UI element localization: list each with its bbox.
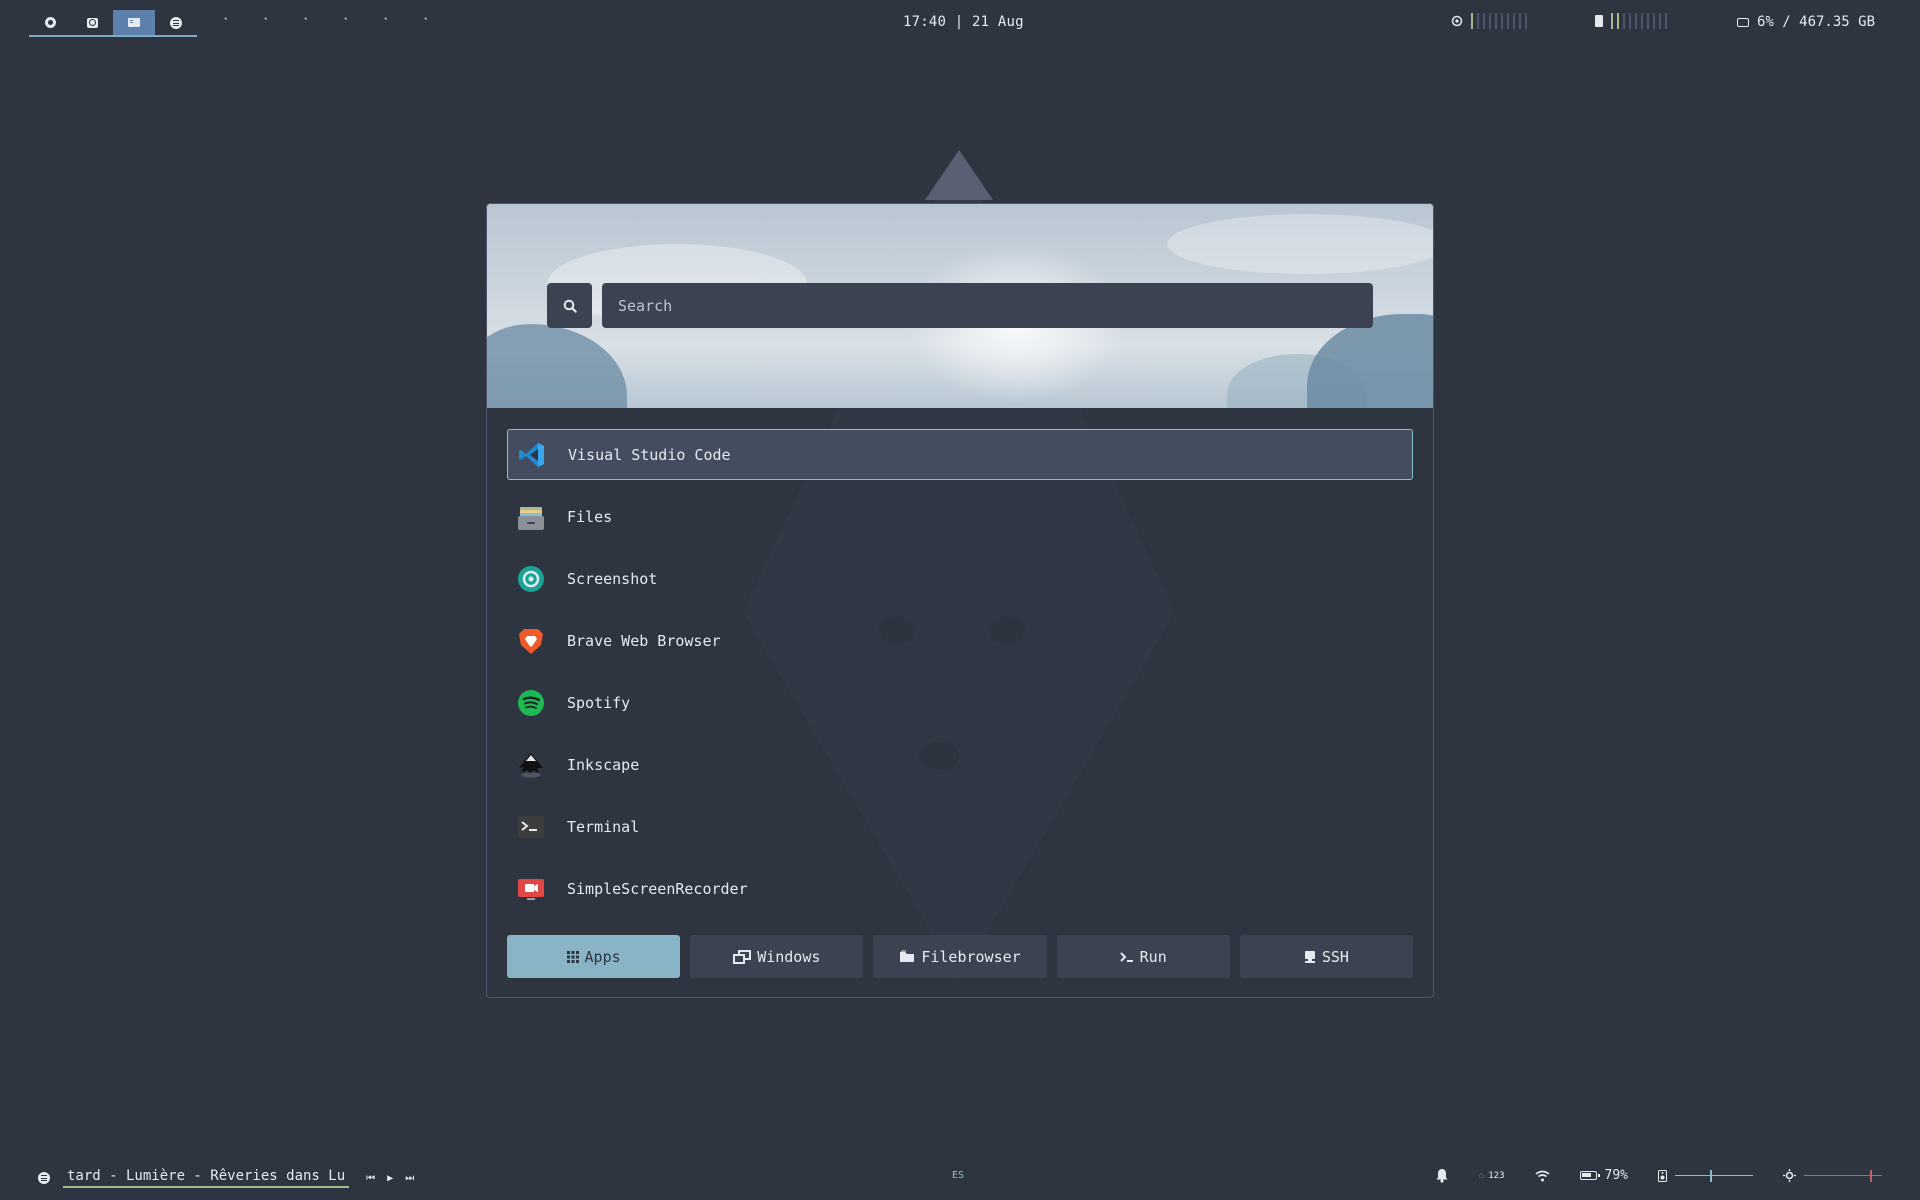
- brave-icon: [517, 627, 545, 655]
- run-icon: [1119, 951, 1133, 962]
- media-controls: ⏮ ▶ ⏭: [366, 1173, 414, 1184]
- terminal-icon: [128, 18, 140, 27]
- workspace-5[interactable]: ·: [222, 12, 262, 26]
- brightness-slider[interactable]: [1804, 1169, 1882, 1182]
- tab-run[interactable]: Run: [1056, 935, 1230, 978]
- tab-label: Windows: [757, 947, 821, 966]
- cpu-icon: [1451, 15, 1463, 27]
- numlock-label: 123: [1488, 1170, 1505, 1181]
- workspace-8[interactable]: ·: [342, 12, 382, 26]
- battery-icon: [1579, 1171, 1600, 1180]
- keyboard-layout[interactable]: ES: [952, 1170, 964, 1181]
- files-icon: [517, 503, 545, 531]
- now-playing: tard - Lumière - Rêveries dans Lu ⏮ ▶ ⏭: [38, 1168, 414, 1188]
- vscode-icon: [518, 441, 546, 469]
- terminal-icon: [517, 813, 545, 841]
- memory-icon: [1595, 15, 1603, 27]
- app-label: Spotify: [567, 693, 631, 712]
- tab-ssh[interactable]: SSH: [1239, 935, 1414, 978]
- mode-tabs: Apps Windows Filebrowser Run SSH: [507, 935, 1414, 978]
- workspace-10[interactable]: ·: [422, 12, 462, 26]
- workspace-6[interactable]: ·: [262, 12, 302, 26]
- app-label: SimpleScreenRecorder: [567, 879, 748, 898]
- app-item-brave-web-browser[interactable]: Brave Web Browser: [507, 615, 1413, 666]
- app-item-visual-studio-code[interactable]: Visual Studio Code: [507, 429, 1413, 480]
- app-label: Inkscape: [567, 755, 640, 774]
- workspace-switcher: [29, 10, 197, 37]
- search-icon: [563, 299, 577, 313]
- windows-icon: [733, 949, 752, 964]
- cpu-bars: [1471, 13, 1527, 29]
- now-playing-title[interactable]: tard - Lumière - Rêveries dans Lu: [63, 1168, 350, 1188]
- volume-knob[interactable]: [1710, 1169, 1712, 1182]
- app-label: Files: [567, 507, 613, 526]
- spotify-icon: [517, 689, 545, 717]
- disk-icon: [1737, 17, 1749, 27]
- search-input[interactable]: [602, 283, 1373, 328]
- inkscape-icon: [517, 751, 545, 779]
- disk-usage: 6% / 467.35 GB: [1737, 14, 1875, 30]
- system-tray: ⌂ 123 79%: [1435, 1168, 1882, 1183]
- tab-apps[interactable]: Apps: [507, 935, 681, 978]
- app-list: Visual Studio Code Files Screenshot Brav…: [507, 429, 1413, 925]
- workspace-4[interactable]: [155, 10, 197, 35]
- notification-bell-icon[interactable]: [1435, 1168, 1449, 1183]
- screen-recorder-icon: [517, 875, 545, 903]
- spotify-icon: [38, 1172, 50, 1184]
- workspace-3[interactable]: [113, 10, 155, 35]
- numlock-indicator: ⌂ 123: [1479, 1171, 1505, 1181]
- cpu-meter: [1451, 13, 1527, 29]
- browser-icon: [44, 17, 56, 28]
- clock[interactable]: 17:40 | 21 Aug: [903, 14, 1024, 30]
- tab-label: Apps: [584, 947, 621, 966]
- lock-icon: ⌂: [1478, 1170, 1485, 1181]
- tab-label: SSH: [1321, 947, 1349, 966]
- app-item-files[interactable]: Files: [507, 491, 1413, 542]
- tab-filebrowser[interactable]: Filebrowser: [873, 935, 1047, 978]
- grid-icon: [566, 950, 579, 963]
- tab-label: Run: [1139, 947, 1167, 966]
- top-bar: · · · · · · 17:40 | 21 Aug 6% / 467.35 G…: [0, 0, 1920, 46]
- brightness-icon: [1783, 1169, 1796, 1182]
- volume-track: [1675, 1174, 1753, 1176]
- app-item-spotify[interactable]: Spotify: [507, 677, 1413, 728]
- battery-percent: 79%: [1604, 1168, 1628, 1183]
- battery-indicator[interactable]: 79%: [1579, 1168, 1628, 1183]
- tab-label: Filebrowser: [921, 947, 1021, 966]
- screenshot-icon: [517, 565, 545, 593]
- app-label: Screenshot: [567, 569, 658, 588]
- memory-meter: [1595, 13, 1667, 29]
- app-label: Brave Web Browser: [567, 631, 721, 650]
- empty-workspaces: · · · · · ·: [222, 12, 462, 26]
- app-item-terminal[interactable]: Terminal: [507, 801, 1413, 852]
- app-launcher: Visual Studio Code Files Screenshot Brav…: [486, 203, 1434, 998]
- workspace-9[interactable]: ·: [382, 12, 422, 26]
- search-button[interactable]: [547, 283, 592, 328]
- ssh-icon: [1304, 950, 1315, 963]
- brightness-knob[interactable]: [1870, 1169, 1872, 1182]
- next-track-icon[interactable]: ⏭: [405, 1173, 414, 1184]
- tab-windows[interactable]: Windows: [690, 935, 864, 978]
- folder-icon: [900, 950, 915, 962]
- workspace-1[interactable]: [29, 10, 71, 35]
- memory-bars: [1611, 13, 1667, 29]
- app-label: Terminal: [567, 817, 640, 836]
- record-icon: [86, 17, 98, 28]
- wifi-icon[interactable]: [1535, 1170, 1550, 1182]
- app-item-simplescreenrecorder[interactable]: SimpleScreenRecorder: [507, 863, 1413, 914]
- disk-usage-text: 6% / 467.35 GB: [1757, 14, 1876, 30]
- speaker-icon: [1658, 1169, 1667, 1182]
- volume-slider[interactable]: [1675, 1169, 1753, 1182]
- app-item-inkscape[interactable]: Inkscape: [507, 739, 1413, 790]
- launcher-banner: [487, 204, 1433, 408]
- brightness-control: [1783, 1169, 1882, 1182]
- spotify-icon: [170, 16, 182, 29]
- workspace-7[interactable]: ·: [302, 12, 342, 26]
- volume-control: [1658, 1169, 1753, 1182]
- workspace-2[interactable]: [71, 10, 113, 35]
- app-item-screenshot[interactable]: Screenshot: [507, 553, 1413, 604]
- play-icon[interactable]: ▶: [387, 1173, 393, 1184]
- previous-track-icon[interactable]: ⏮: [366, 1173, 375, 1184]
- app-label: Visual Studio Code: [568, 445, 731, 464]
